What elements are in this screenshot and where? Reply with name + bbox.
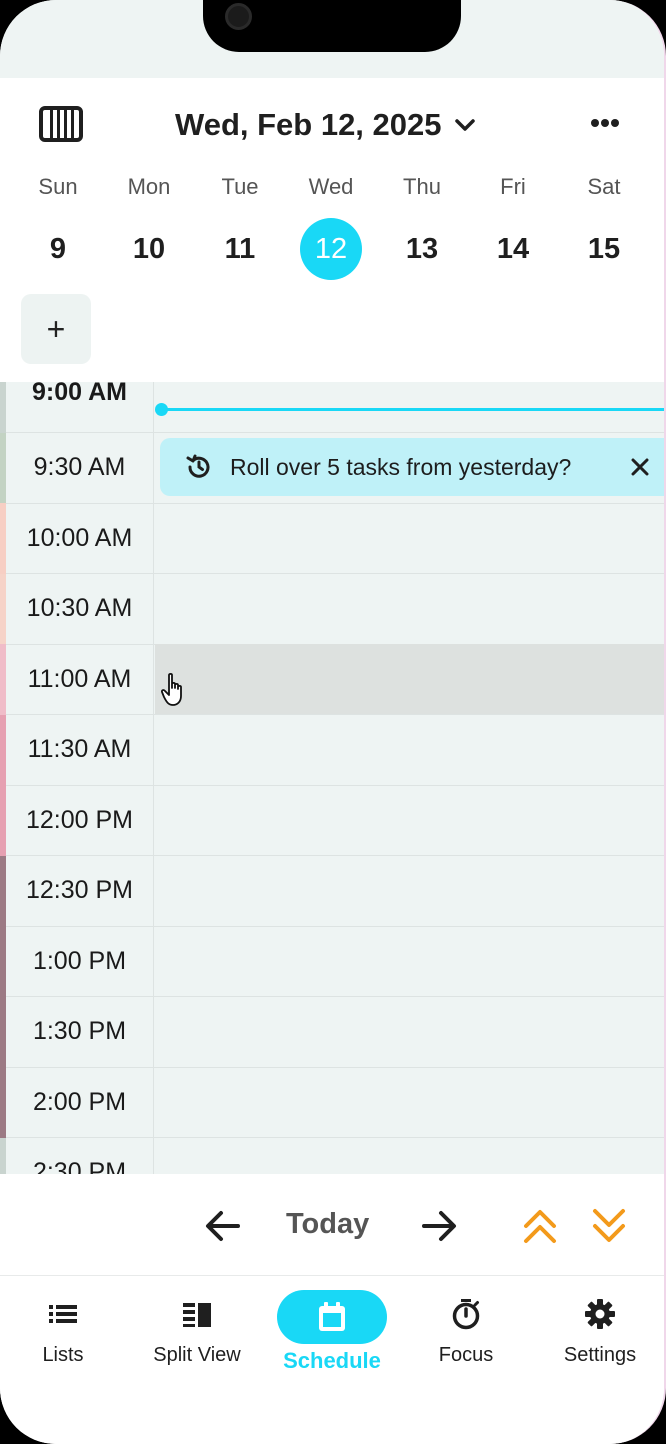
time-slot[interactable]: 10:30 AM (0, 573, 664, 645)
time-slot-lane[interactable] (155, 997, 664, 1067)
schedule-grid[interactable]: 9:00 AM 9:30 AM 10:00 AM 10:30 AM 11:00 AM 11… (0, 382, 664, 1175)
time-label: 11:00 AM (6, 644, 154, 714)
day-button[interactable]: 13 (391, 218, 453, 280)
date-picker-button[interactable]: Wed, Feb 12, 2025 (175, 106, 476, 144)
calendar-icon (319, 1302, 345, 1331)
weekday-label: Sat (587, 174, 621, 199)
board-view-icon[interactable] (39, 106, 83, 142)
time-label: 1:00 PM (6, 926, 154, 996)
day-button[interactable]: 9 (27, 218, 89, 280)
time-slot[interactable]: 11:30 AM (0, 714, 664, 786)
time-slot[interactable]: 10:00 AM (0, 503, 664, 574)
history-icon (186, 454, 210, 478)
gear-icon (585, 1299, 615, 1329)
rollover-banner[interactable]: Roll over 5 tasks from yesterday? (160, 438, 664, 496)
time-slot-lane[interactable] (155, 503, 664, 573)
tab-label: Lists (42, 1344, 84, 1366)
time-label: 10:30 AM (6, 573, 154, 644)
arrow-left-icon[interactable] (205, 1210, 241, 1242)
day-button[interactable]: 15 (573, 218, 635, 280)
date-navigation-bar: Today (0, 1174, 664, 1276)
stopwatch-icon (452, 1299, 480, 1330)
weekday-label: Sun (38, 174, 78, 199)
time-slot[interactable]: 1:00 PM (0, 926, 664, 997)
tab-split-view[interactable]: Split View (137, 1290, 257, 1380)
time-slot-lane[interactable] (155, 856, 664, 926)
date-title: Wed, Feb 12, 2025 (175, 107, 442, 142)
close-icon[interactable] (630, 457, 650, 477)
time-label: 10:00 AM (6, 503, 154, 573)
tab-label: Split View (153, 1344, 241, 1366)
today-button[interactable]: Today (286, 1208, 369, 1241)
list-icon (49, 1305, 77, 1323)
time-slot[interactable]: 2:00 PM (0, 1067, 664, 1138)
weekday-label: Wed (308, 174, 354, 199)
weekday-row: Sun Mon Tue Wed Thu Fri Sat (0, 174, 664, 204)
time-label: 1:30 PM (6, 996, 154, 1067)
tab-focus[interactable]: Focus (406, 1290, 526, 1380)
bottom-tab-bar: Lists Split View Schedule Focus Settings (0, 1276, 664, 1444)
day-button-selected[interactable]: 12 (300, 218, 362, 280)
time-slot-lane[interactable] (155, 1138, 664, 1175)
double-chevron-up-icon[interactable] (522, 1206, 558, 1246)
phone-frame: Wed, Feb 12, 2025 Sun Mon Tue Wed Thu Fr… (0, 0, 666, 1444)
weekday-label: Thu (403, 174, 441, 199)
add-task-button[interactable]: + (21, 294, 91, 364)
weekday-label: Fri (500, 174, 526, 199)
weekday-label: Tue (221, 174, 259, 199)
day-button[interactable]: 10 (118, 218, 180, 280)
tab-label: Schedule (283, 1348, 381, 1373)
rollover-message: Roll over 5 tasks from yesterday? (230, 454, 572, 480)
time-label: 11:30 AM (6, 714, 154, 785)
time-slot[interactable]: 12:30 PM (0, 855, 664, 927)
day-number-row: 9 10 11 12 13 14 15 (0, 218, 664, 280)
time-slot-lane[interactable] (155, 574, 664, 644)
time-slot[interactable]: 1:30 PM (0, 996, 664, 1068)
time-slot[interactable]: 2:30 PM (0, 1137, 664, 1175)
time-slot[interactable]: 11:00 AM (0, 644, 664, 715)
tab-label: Settings (563, 1344, 637, 1366)
time-slot-lane[interactable] (155, 644, 664, 714)
time-slot-lane[interactable] (155, 715, 664, 785)
time-slot[interactable]: 12:00 PM (0, 785, 664, 856)
time-label: 12:00 PM (6, 785, 154, 855)
day-button[interactable]: 14 (482, 218, 544, 280)
time-slot-lane[interactable] (155, 382, 664, 432)
split-view-icon (183, 1303, 211, 1327)
arrow-right-icon[interactable] (421, 1210, 457, 1242)
day-button[interactable]: 11 (209, 218, 271, 280)
time-slot-lane[interactable] (155, 785, 664, 855)
time-label: 2:30 PM (6, 1137, 154, 1174)
time-slot-lane[interactable] (155, 926, 664, 996)
chevron-down-icon (454, 119, 475, 131)
more-icon[interactable] (590, 118, 620, 128)
time-label: 12:30 PM (6, 855, 154, 926)
current-time-line (162, 408, 664, 411)
header: Wed, Feb 12, 2025 Sun Mon Tue Wed Thu Fr… (0, 0, 664, 382)
time-label: 9:30 AM (6, 432, 154, 503)
tab-settings[interactable]: Settings (540, 1290, 660, 1380)
weekday-label: Mon (127, 174, 171, 199)
tab-lists[interactable]: Lists (3, 1290, 123, 1380)
time-label: 2:00 PM (6, 1067, 154, 1137)
hand-cursor-icon (160, 672, 182, 706)
tab-schedule[interactable]: Schedule (272, 1290, 392, 1380)
tab-label: Focus (438, 1344, 494, 1366)
time-label: 9:00 AM (6, 382, 154, 432)
time-slot-lane[interactable] (155, 1067, 664, 1137)
double-chevron-down-icon[interactable] (591, 1206, 627, 1246)
